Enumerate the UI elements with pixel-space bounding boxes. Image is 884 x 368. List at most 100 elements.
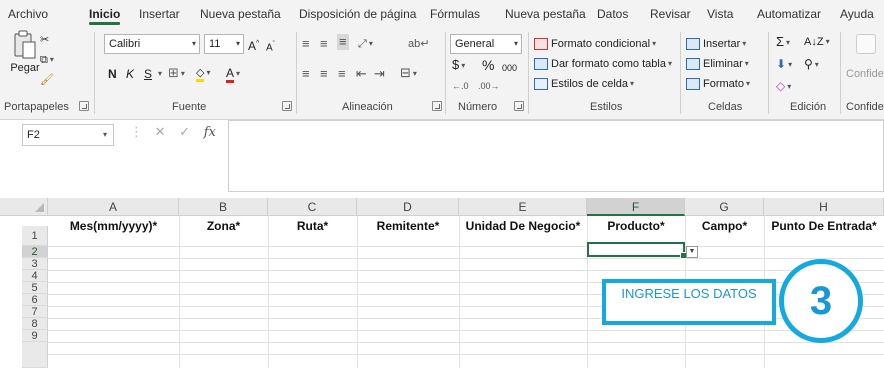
row-header-8[interactable]: 8 [22,318,48,330]
clear-icon[interactable]: ◇ ▾ [776,78,791,95]
currency-button[interactable]: $ ▾ [452,57,465,74]
copy-icon[interactable]: ⧉ ▾ [40,52,54,68]
align-left-icon[interactable]: ≡ [302,66,310,82]
row-header-5[interactable]: 5 [22,282,48,294]
decrease-indent-icon[interactable]: ⇤ [356,66,367,82]
row-header-4[interactable]: 4 [22,270,48,282]
fill-color-icon[interactable]: ◇ ▾ [196,65,210,82]
align-middle-icon[interactable]: ≡ [320,36,328,52]
format-painter-icon[interactable]: 🖌 [40,72,54,88]
tab-formulas[interactable]: Fórmulas [430,0,480,28]
increase-indent-icon[interactable]: ⇥ [374,66,385,82]
underline-dropdown[interactable]: ▾ [156,66,162,82]
tab-vista[interactable]: Vista [707,0,733,28]
tab-datos[interactable]: Datos [597,0,628,28]
column-header-f[interactable]: F [587,198,685,216]
align-center-icon[interactable]: ≡ [320,66,328,82]
tab-nueva-pestana[interactable]: Nueva pestaña [200,0,281,28]
row-header-10[interactable] [22,342,48,368]
font-size-select[interactable]: 11 ▾ [204,34,244,54]
name-box[interactable]: F2 ▾ [22,124,114,146]
header-cell-punto-entrada[interactable]: Punto De Entrada* [764,216,884,236]
number-launcher-icon[interactable] [514,101,524,111]
active-cell-f2[interactable] [587,242,687,259]
shrink-font-icon[interactable]: Aˇ [266,37,275,56]
tab-insertar[interactable]: Insertar [139,0,180,28]
separator [768,32,769,114]
grow-font-icon[interactable]: A^ [248,36,259,54]
underline-button[interactable]: S [144,66,152,82]
column-header-a[interactable]: A [48,198,179,216]
header-cell-zona[interactable]: Zona* [179,216,268,236]
align-top-icon[interactable]: ≡ [302,36,310,52]
merge-center-icon[interactable]: ⊟ ▾ [400,65,417,82]
group-label-edicion: Edición [790,101,827,113]
select-all-button[interactable] [0,198,48,216]
column-header-c[interactable]: C [268,198,357,216]
header-cell-mes[interactable]: Mes(mm/yyyy)* [48,216,179,236]
conditional-format-button[interactable]: Formato condicional ▾ [534,36,656,52]
find-icon[interactable]: ⚲ ▾ [804,56,819,73]
column-header-b[interactable]: B [179,198,268,216]
format-as-table-button[interactable]: Dar formato como tabla ▾ [534,56,672,72]
row-header-3[interactable]: 3 [22,258,48,270]
enter-icon[interactable]: ✓ [179,124,190,139]
font-launcher-icon[interactable] [282,101,292,111]
confidential-button[interactable]: Confide [846,66,884,82]
tab-ayuda[interactable]: Ayuda [840,0,874,28]
format-cells-button[interactable]: Formato ▾ [686,76,750,92]
insert-cells-button[interactable]: Insertar ▾ [686,36,746,52]
align-bottom-icon[interactable]: ≡ [337,34,349,50]
clipboard-launcher-icon[interactable] [79,101,89,111]
clipboard-icon [14,30,36,59]
row-header-2[interactable]: 2 [22,246,48,258]
tab-archivo[interactable]: Archivo [8,0,48,28]
autosum-icon[interactable]: Σ ▾ [776,34,790,51]
cut-icon[interactable]: ✂ [40,32,49,48]
delete-cells-button[interactable]: Eliminar ▾ [686,56,749,72]
sort-filter-icon[interactable]: A↓Z ▾ [804,34,830,50]
number-format-select[interactable]: General ▾ [450,34,522,54]
header-cell-unidad-negocio[interactable]: Unidad De Negocio* [459,216,587,236]
font-name-select[interactable]: Calibri ▾ [104,34,200,54]
insert-function-icon[interactable]: fx [204,125,216,140]
validation-dropdown-icon[interactable]: ▼ [686,246,698,258]
percent-button[interactable]: % [482,57,494,73]
bold-button[interactable]: N [108,66,117,82]
column-header-g[interactable]: G [685,198,764,216]
header-cell-ruta[interactable]: Ruta* [268,216,357,236]
row-header-6[interactable]: 6 [22,294,48,306]
thousands-button[interactable]: 000 [502,60,517,76]
header-cell-campo[interactable]: Campo* [685,216,764,236]
orientation-icon[interactable]: ⤢ ▾ [358,36,373,52]
tab-disposicion-pagina[interactable]: Disposición de página [299,0,416,28]
header-cell-producto[interactable]: Producto* [587,216,685,236]
column-header-d[interactable]: D [357,198,459,216]
tab-automatizar[interactable]: Automatizar [757,0,821,28]
font-color-icon[interactable]: A ▾ [226,65,240,83]
align-right-icon[interactable]: ≡ [338,66,346,82]
row-header-7[interactable]: 7 [22,306,48,318]
sensitivity-icon[interactable] [856,34,876,54]
header-cell-remitente[interactable]: Remitente* [357,216,459,236]
italic-button[interactable]: K [126,66,134,82]
paste-button[interactable]: Pegar [8,30,42,76]
column-header-h[interactable]: H [764,198,884,216]
row-header-9[interactable]: 9 [22,330,48,342]
row-header-1[interactable]: 1 [22,226,48,246]
increase-decimal-icon[interactable]: ←.0 [452,78,469,94]
cell-styles-button[interactable]: Estilos de celda ▾ [534,76,634,92]
formula-input[interactable] [228,120,884,192]
wrap-text-icon[interactable]: ab↵ [408,36,429,52]
decrease-decimal-icon[interactable]: .00→ [478,78,500,94]
separator [528,32,529,114]
tab-nueva-pestana-2[interactable]: Nueva pestaña [505,0,586,28]
cancel-icon[interactable]: ✕ [155,124,166,139]
borders-icon[interactable]: ⊞ ▾ [168,65,185,82]
tab-revisar[interactable]: Revisar [650,0,691,28]
column-header-e[interactable]: E [459,198,587,216]
alignment-launcher-icon[interactable] [432,101,442,111]
gridline [48,342,884,343]
tab-inicio[interactable]: Inicio [89,0,121,28]
fill-icon[interactable]: ⬇ ▾ [776,56,792,73]
